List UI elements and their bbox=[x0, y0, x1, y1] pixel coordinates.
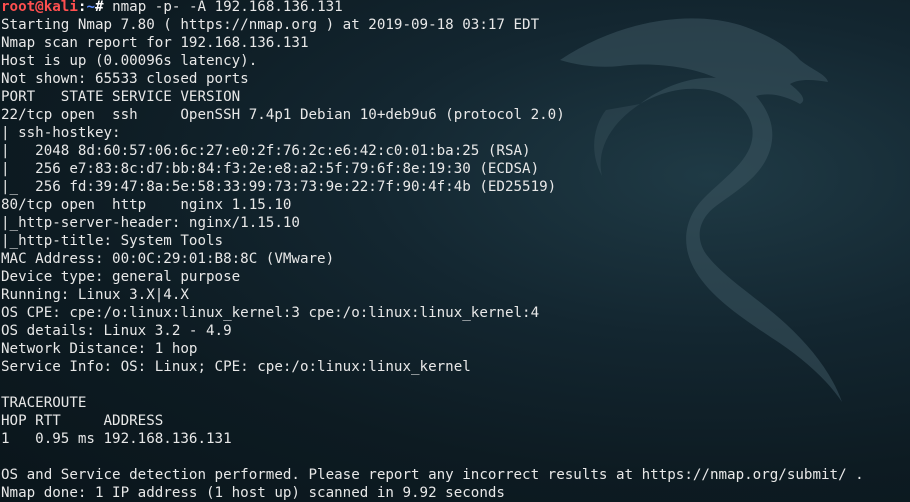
prompt-user: root bbox=[1, 0, 36, 15]
output-line: Not shown: 65533 closed ports bbox=[1, 71, 249, 87]
terminal-window[interactable]: root@kali:~# nmap -p- -A 192.168.136.131… bbox=[0, 0, 910, 502]
output-line: HOP RTT ADDRESS bbox=[1, 413, 164, 429]
output-line: Starting Nmap 7.80 ( https://nmap.org ) … bbox=[1, 17, 540, 33]
output-line: OS and Service detection performed. Plea… bbox=[1, 467, 864, 483]
output-line: 1 0.95 ms 192.168.136.131 bbox=[1, 431, 232, 447]
output-line: 80/tcp open http nginx 1.15.10 bbox=[1, 197, 292, 213]
output-line: 22/tcp open ssh OpenSSH 7.4p1 Debian 10+… bbox=[1, 107, 565, 123]
output-line: Nmap scan report for 192.168.136.131 bbox=[1, 35, 309, 51]
output-line: Host is up (0.00096s latency). bbox=[1, 53, 258, 69]
output-line: | ssh-hostkey: bbox=[1, 125, 130, 141]
output-line: PORT STATE SERVICE VERSION bbox=[1, 89, 241, 105]
output-line: |_http-title: System Tools bbox=[1, 233, 224, 249]
output-line: MAC Address: 00:0C:29:01:B8:8C (VMware) bbox=[1, 251, 335, 267]
output-line: Device type: general purpose bbox=[1, 269, 241, 285]
prompt-path: ~ bbox=[86, 0, 95, 15]
output-line: |_ 256 fd:39:47:8a:5e:58:33:99:73:73:9e:… bbox=[1, 179, 557, 195]
prompt-host: kali bbox=[43, 0, 78, 15]
output-line: |_http-server-header: nginx/1.15.10 bbox=[1, 215, 300, 231]
output-line: Running: Linux 3.X|4.X bbox=[1, 287, 189, 303]
output-line: Network Distance: 1 hop bbox=[1, 341, 198, 357]
output-line: | 2048 8d:60:57:06:6c:27:e0:2f:76:2c:e6:… bbox=[1, 143, 531, 159]
command-text: nmap -p- -A 192.168.136.131 bbox=[112, 0, 343, 15]
output-line: OS CPE: cpe:/o:linux:linux_kernel:3 cpe:… bbox=[1, 305, 540, 321]
output-line: Service Info: OS: Linux; CPE: cpe:/o:lin… bbox=[1, 359, 471, 375]
terminal-output: root@kali:~# nmap -p- -A 192.168.136.131… bbox=[1, 0, 864, 502]
command-prompt-line: root@kali:~# nmap -p- -A 192.168.136.131 bbox=[1, 0, 864, 16]
prompt-at: @ bbox=[35, 0, 44, 15]
prompt-symbol: # bbox=[94, 0, 113, 15]
output-line: | 256 e7:83:8c:d7:bb:84:f3:2e:e8:a2:5f:7… bbox=[1, 161, 540, 177]
output-line: OS details: Linux 3.2 - 4.9 bbox=[1, 323, 232, 339]
output-line: TRACEROUTE bbox=[1, 395, 87, 411]
output-line: Nmap done: 1 IP address (1 host up) scan… bbox=[1, 485, 505, 501]
